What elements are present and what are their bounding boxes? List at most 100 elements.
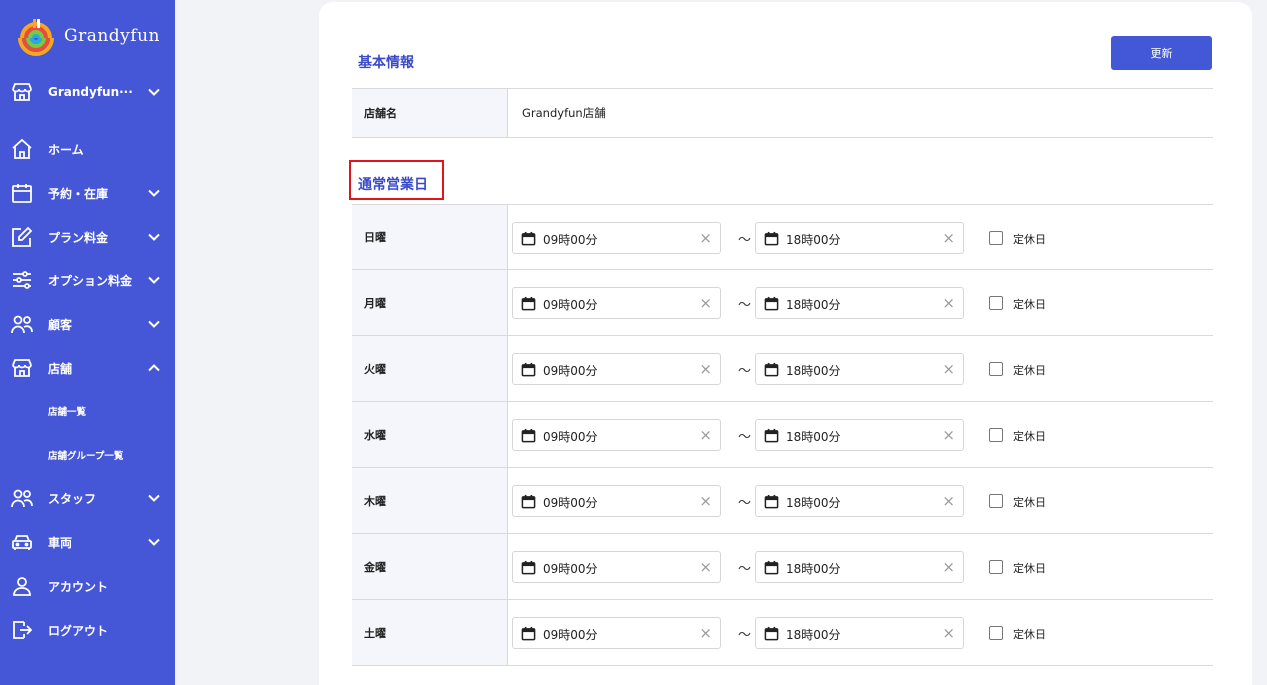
open-time-value: 09時00分 bbox=[543, 298, 598, 312]
calendar-icon bbox=[521, 231, 536, 246]
sidebar-item-vehicles[interactable]: 車両 bbox=[0, 524, 175, 560]
calendar-icon bbox=[764, 560, 779, 575]
holiday-checkbox[interactable] bbox=[989, 560, 1003, 574]
sidebar-item-label: ログアウト bbox=[48, 623, 109, 638]
sidebar-item-customers[interactable]: 顧客 bbox=[0, 306, 175, 342]
day-label-cell: 水曜 bbox=[352, 402, 508, 467]
open-time-value: 09時00分 bbox=[543, 364, 598, 378]
sidebar-item-account[interactable]: アカウント bbox=[0, 568, 175, 604]
open-time-input[interactable]: 09時00分 × bbox=[512, 287, 721, 319]
day-label: 月曜 bbox=[364, 296, 386, 310]
business-day-row: 木曜 09時00分 × ～ 18時00分 × 定休日 bbox=[352, 468, 1213, 534]
sidebar-item-staff[interactable]: スタッフ bbox=[0, 480, 175, 516]
sidebar-subitem-store-list[interactable]: 店舗一覧 bbox=[0, 396, 175, 426]
holiday-checkbox[interactable] bbox=[989, 626, 1003, 640]
clear-icon[interactable]: × bbox=[699, 558, 712, 576]
close-time-input[interactable]: 18時00分 × bbox=[755, 353, 964, 385]
holiday-label: 定休日 bbox=[1013, 562, 1046, 575]
open-time-input[interactable]: 09時00分 × bbox=[512, 419, 721, 451]
store-name-label: 店舗名 bbox=[364, 107, 397, 120]
clear-icon[interactable]: × bbox=[942, 229, 955, 247]
close-time-input[interactable]: 18時00分 × bbox=[755, 617, 964, 649]
holiday-checkbox[interactable] bbox=[989, 231, 1003, 245]
logo-icon bbox=[18, 19, 54, 56]
users-icon bbox=[11, 489, 33, 508]
logout-icon bbox=[13, 621, 33, 639]
sidebar-item-logout[interactable]: ログアウト bbox=[0, 612, 175, 648]
calendar-icon bbox=[521, 428, 536, 443]
store-name-row: 店舗名 Grandyfun店舗 bbox=[352, 88, 1213, 138]
holiday-label: 定休日 bbox=[1013, 430, 1046, 443]
holiday-checkbox[interactable] bbox=[989, 428, 1003, 442]
chevron-down-icon bbox=[148, 276, 160, 284]
clear-icon[interactable]: × bbox=[699, 426, 712, 444]
sidebar: Grandyfun Grandyfun··· ホーム 予約・在庫 プラン料金 オ… bbox=[0, 0, 175, 685]
close-time-value: 18時00分 bbox=[786, 364, 841, 378]
sidebar-subitem-label: 店舗グループ一覧 bbox=[48, 451, 124, 462]
users-icon bbox=[11, 315, 33, 334]
clear-icon[interactable]: × bbox=[942, 558, 955, 576]
holiday-checkbox[interactable] bbox=[989, 362, 1003, 376]
clear-icon[interactable]: × bbox=[699, 294, 712, 312]
open-time-input[interactable]: 09時00分 × bbox=[512, 617, 721, 649]
clear-icon[interactable]: × bbox=[699, 492, 712, 510]
sidebar-item-label: オプション料金 bbox=[48, 273, 133, 288]
clear-icon[interactable]: × bbox=[942, 360, 955, 378]
open-time-input[interactable]: 09時00分 × bbox=[512, 551, 721, 583]
sidebar-item-label: 車両 bbox=[48, 535, 73, 550]
store-icon bbox=[12, 359, 32, 377]
holiday-label: 定休日 bbox=[1013, 496, 1046, 509]
close-time-input[interactable]: 18時00分 × bbox=[755, 551, 964, 583]
calendar-icon bbox=[12, 184, 32, 203]
holiday-label: 定休日 bbox=[1013, 298, 1046, 311]
holiday-label: 定休日 bbox=[1013, 364, 1046, 377]
clear-icon[interactable]: × bbox=[942, 624, 955, 642]
open-time-input[interactable]: 09時00分 × bbox=[512, 485, 721, 517]
calendar-icon bbox=[521, 626, 536, 641]
sidebar-item-label: 顧客 bbox=[48, 317, 73, 332]
calendar-icon bbox=[521, 494, 536, 509]
sidebar-item-option-price[interactable]: オプション料金 bbox=[0, 262, 175, 298]
close-time-input[interactable]: 18時00分 × bbox=[755, 485, 964, 517]
day-label: 水曜 bbox=[364, 428, 386, 442]
close-time-input[interactable]: 18時00分 × bbox=[755, 287, 964, 319]
time-separator: ～ bbox=[738, 298, 752, 313]
clear-icon[interactable]: × bbox=[942, 426, 955, 444]
day-label-cell: 金曜 bbox=[352, 534, 508, 599]
car-icon bbox=[12, 535, 32, 550]
store-selector[interactable]: Grandyfun··· bbox=[0, 74, 175, 110]
day-label-cell: 木曜 bbox=[352, 468, 508, 533]
close-time-input[interactable]: 18時00分 × bbox=[755, 419, 964, 451]
app-logo[interactable]: Grandyfun bbox=[16, 16, 160, 56]
clear-icon[interactable]: × bbox=[699, 229, 712, 247]
calendar-icon bbox=[764, 428, 779, 443]
calendar-icon bbox=[521, 296, 536, 311]
sidebar-subitem-store-group-list[interactable]: 店舗グループ一覧 bbox=[0, 440, 175, 470]
time-separator: ～ bbox=[738, 364, 752, 379]
sidebar-item-stores[interactable]: 店舗 bbox=[0, 350, 175, 386]
day-label-cell: 月曜 bbox=[352, 270, 508, 335]
close-time-input[interactable]: 18時00分 × bbox=[755, 222, 964, 254]
holiday-checkbox[interactable] bbox=[989, 494, 1003, 508]
clear-icon[interactable]: × bbox=[942, 294, 955, 312]
day-label-cell: 火曜 bbox=[352, 336, 508, 401]
open-time-value: 09時00分 bbox=[543, 430, 598, 444]
clear-icon[interactable]: × bbox=[942, 492, 955, 510]
store-name-label-cell: 店舗名 bbox=[352, 89, 508, 137]
holiday-checkbox[interactable] bbox=[989, 296, 1003, 310]
calendar-icon bbox=[764, 626, 779, 641]
clear-icon[interactable]: × bbox=[699, 360, 712, 378]
clear-icon[interactable]: × bbox=[699, 624, 712, 642]
day-label: 日曜 bbox=[364, 231, 386, 244]
time-separator: ～ bbox=[738, 628, 752, 643]
open-time-input[interactable]: 09時00分 × bbox=[512, 353, 721, 385]
update-button[interactable]: 更新 bbox=[1111, 36, 1212, 70]
sidebar-item-plan-price[interactable]: プラン料金 bbox=[0, 219, 175, 255]
open-time-value: 09時00分 bbox=[543, 562, 598, 576]
business-day-row: 水曜 09時00分 × ～ 18時00分 × 定休日 bbox=[352, 402, 1213, 468]
sidebar-item-label: アカウント bbox=[48, 579, 109, 594]
sidebar-item-reservation[interactable]: 予約・在庫 bbox=[0, 175, 175, 211]
open-time-input[interactable]: 09時00分 × bbox=[512, 222, 721, 254]
sidebar-item-home[interactable]: ホーム bbox=[0, 131, 175, 167]
store-icon bbox=[12, 83, 32, 101]
